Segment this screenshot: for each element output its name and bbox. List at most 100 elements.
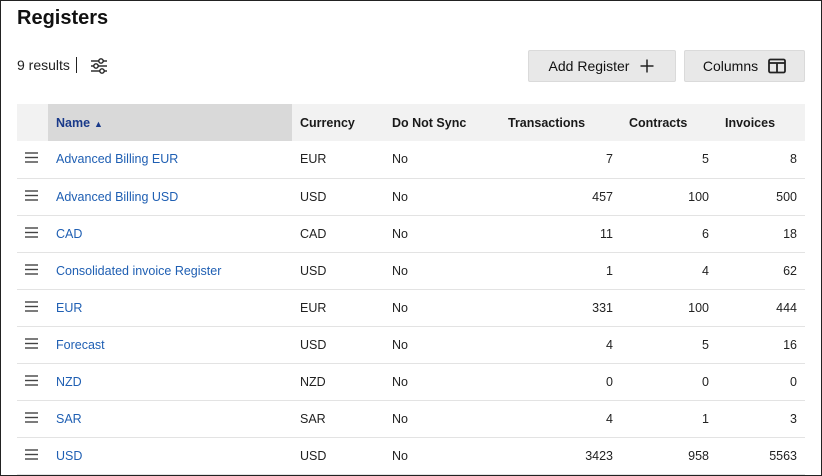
row-name-cell: EUR: [48, 289, 292, 326]
columns-label: Columns: [702, 58, 759, 74]
table-row: USD USD No 3423 958 5563: [17, 437, 805, 474]
row-handle-cell[interactable]: [17, 326, 48, 363]
row-contracts-cell: 100: [688, 189, 709, 204]
drag-handle-icon: [25, 300, 38, 312]
results-divider: [75, 57, 77, 73]
add-register-button[interactable]: Add Register: [528, 50, 676, 82]
row-invoices-cell: 62: [783, 263, 797, 278]
row-invoices-cell: 16: [783, 337, 797, 352]
row-do-not-sync-cell: No: [392, 300, 408, 315]
page-title: Registers: [17, 7, 109, 29]
register-name-link[interactable]: Advanced Billing USD: [56, 190, 178, 204]
row-handle-cell[interactable]: [17, 437, 48, 474]
register-name-link[interactable]: SAR: [56, 412, 82, 426]
row-contracts-cell: 100: [688, 300, 709, 315]
row-transactions-cell: 1: [606, 263, 613, 278]
drag-handle-icon: [25, 411, 38, 423]
row-invoices-cell: 3: [790, 411, 797, 426]
row-transactions-cell: 4: [606, 411, 613, 426]
row-contracts-cell: 0: [702, 374, 709, 389]
row-name-cell: Advanced Billing EUR: [48, 141, 292, 178]
register-name-link[interactable]: EUR: [56, 301, 82, 315]
row-handle-cell[interactable]: [17, 363, 48, 400]
columns-icon: [768, 58, 787, 74]
row-invoices-cell: 444: [776, 300, 797, 315]
row-transactions-cell: 4: [606, 337, 613, 352]
row-invoices-cell: 0: [790, 374, 797, 389]
filter-button[interactable]: [87, 55, 111, 77]
column-header-name[interactable]: Name ▲: [48, 104, 292, 141]
results-count-label: 9 results: [17, 57, 70, 73]
row-transactions-cell: 457: [592, 189, 613, 204]
row-contracts-cell: 6: [702, 226, 709, 241]
table-row: CAD CAD No 11 6 18: [17, 215, 805, 252]
column-header-invoices[interactable]: Invoices: [717, 104, 805, 141]
register-name-link[interactable]: NZD: [56, 375, 82, 389]
results-count: 9 results: [17, 57, 77, 73]
row-invoices-cell: 500: [776, 189, 797, 204]
row-do-not-sync-cell: No: [392, 448, 408, 463]
register-name-link[interactable]: USD: [56, 449, 82, 463]
table-row: NZD NZD No 0 0 0: [17, 363, 805, 400]
register-name-link[interactable]: Consolidated invoice Register: [56, 264, 221, 278]
table-row: Forecast USD No 4 5 16: [17, 326, 805, 363]
column-header-currency[interactable]: Currency: [292, 104, 384, 141]
row-handle-cell[interactable]: [17, 400, 48, 437]
register-name-link[interactable]: Forecast: [56, 338, 105, 352]
column-header-name-label: Name: [56, 115, 91, 130]
columns-button[interactable]: Columns: [684, 50, 805, 82]
row-name-cell: SAR: [48, 400, 292, 437]
drag-handle-icon: [25, 374, 38, 386]
row-do-not-sync-cell: No: [392, 374, 408, 389]
plus-icon: [639, 58, 655, 74]
row-contracts-cell: 5: [702, 152, 709, 167]
row-do-not-sync-cell: No: [392, 337, 408, 352]
row-handle-cell[interactable]: [17, 215, 48, 252]
register-name-link[interactable]: CAD: [56, 227, 82, 241]
row-handle-cell[interactable]: [17, 141, 48, 178]
row-currency-cell: USD: [300, 189, 327, 204]
row-currency-cell: USD: [300, 263, 327, 278]
row-currency-cell: SAR: [300, 411, 326, 426]
row-transactions-cell: 331: [592, 300, 613, 315]
row-contracts-cell: 5: [702, 337, 709, 352]
row-do-not-sync-cell: No: [392, 263, 408, 278]
row-handle-cell[interactable]: [17, 289, 48, 326]
row-currency-cell: USD: [300, 337, 327, 352]
drag-handle-icon: [25, 337, 38, 349]
column-header-contracts[interactable]: Contracts: [621, 104, 717, 141]
row-name-cell: Forecast: [48, 326, 292, 363]
table-header: Name ▲ Currency Do Not Sync Transactions …: [17, 104, 805, 141]
table-body: Advanced Billing EUR EUR No 7 5 8 Advanc…: [17, 141, 805, 474]
row-currency-cell: USD: [300, 448, 327, 463]
row-currency-cell: NZD: [300, 374, 326, 389]
column-header-do-not-sync[interactable]: Do Not Sync: [384, 104, 500, 141]
row-currency-cell: EUR: [300, 152, 327, 167]
row-do-not-sync-cell: No: [392, 411, 408, 426]
sliders-icon: [91, 58, 107, 74]
column-header-transactions[interactable]: Transactions: [500, 104, 621, 141]
add-register-label: Add Register: [548, 58, 630, 74]
table-row: Advanced Billing EUR EUR No 7 5 8: [17, 141, 805, 178]
row-transactions-cell: 11: [600, 226, 613, 241]
drag-handle-icon: [25, 189, 38, 201]
registers-table: Name ▲ Currency Do Not Sync Transactions …: [17, 104, 805, 475]
row-currency-cell: EUR: [300, 300, 327, 315]
row-currency-cell: CAD: [300, 226, 327, 241]
table-row: Advanced Billing USD USD No 457 100 500: [17, 178, 805, 215]
column-header-handle: [17, 104, 48, 141]
row-name-cell: Consolidated invoice Register: [48, 252, 292, 289]
row-name-cell: NZD: [48, 363, 292, 400]
register-name-link[interactable]: Advanced Billing EUR: [56, 152, 178, 166]
row-transactions-cell: 3423: [585, 448, 613, 463]
row-invoices-cell: 8: [790, 152, 797, 167]
row-contracts-cell: 4: [702, 263, 709, 278]
drag-handle-icon: [25, 448, 38, 460]
drag-handle-icon: [25, 263, 38, 275]
row-handle-cell[interactable]: [17, 252, 48, 289]
table-header-row: Name ▲ Currency Do Not Sync Transactions …: [17, 104, 805, 141]
registers-panel: Registers 9 results Add Register Columns: [0, 0, 822, 476]
row-handle-cell[interactable]: [17, 178, 48, 215]
table-row: EUR EUR No 331 100 444: [17, 289, 805, 326]
row-name-cell: Advanced Billing USD: [48, 178, 292, 215]
